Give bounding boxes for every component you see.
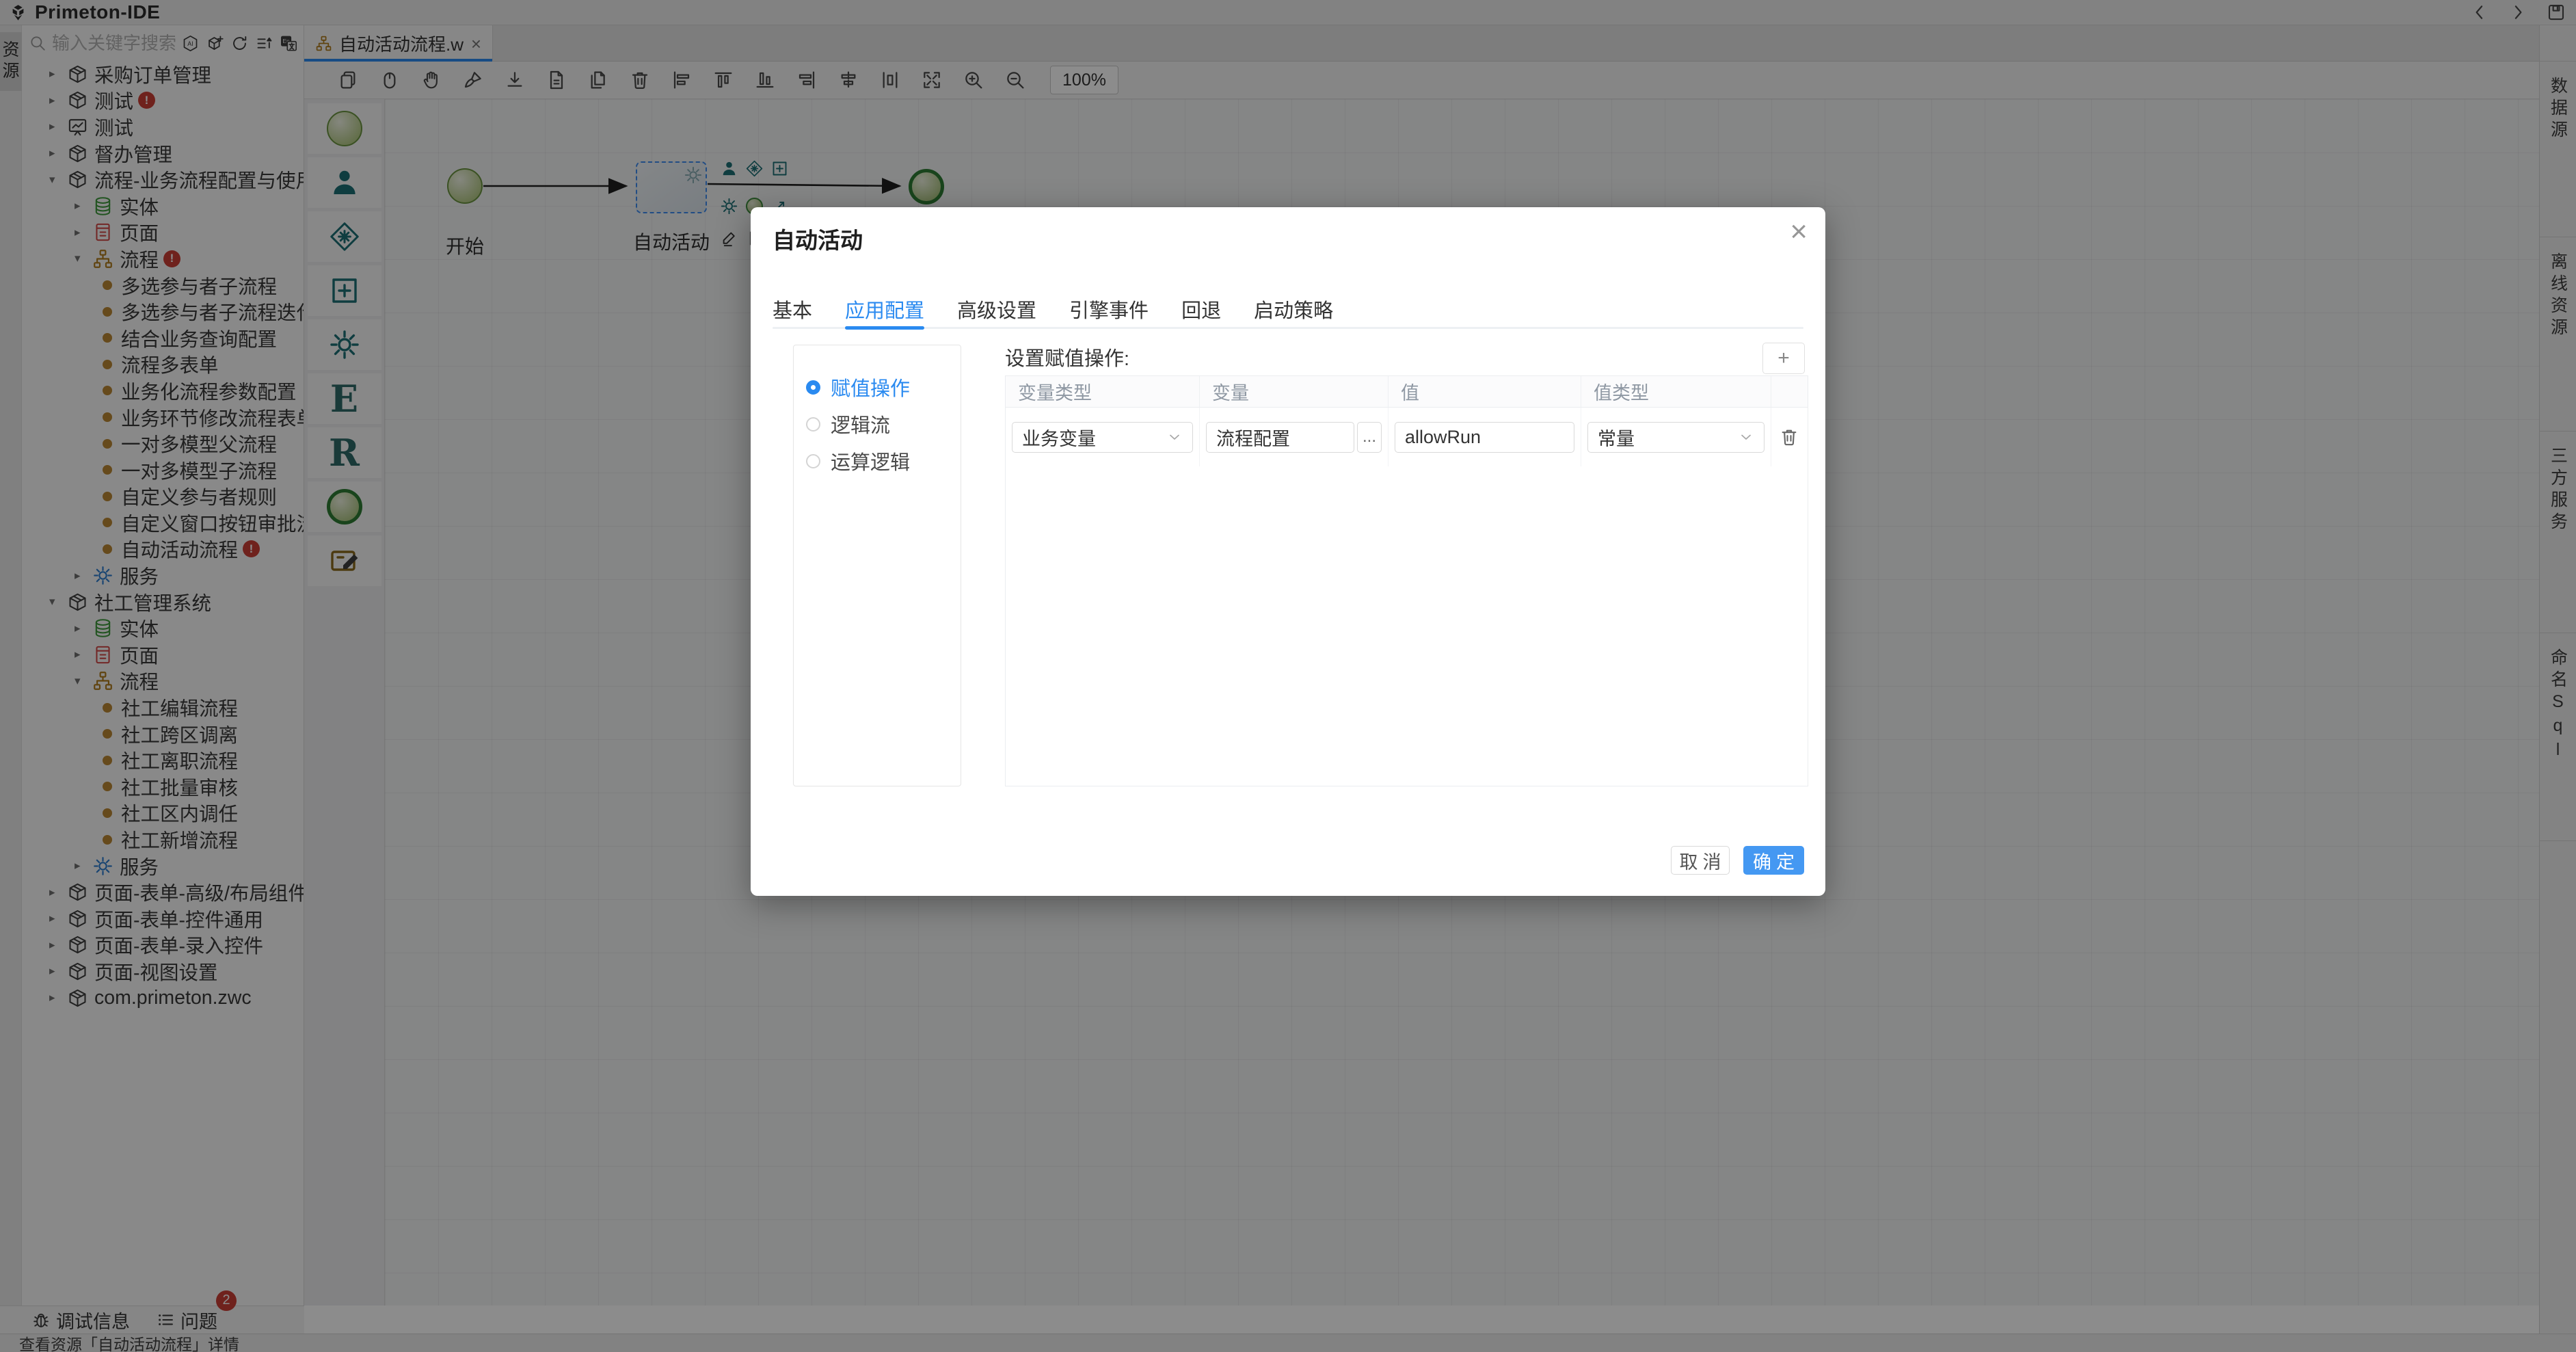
delete-row-icon[interactable] [1779,427,1799,447]
table-header-cell: 变量 [1200,376,1388,407]
close-icon[interactable]: × [1790,217,1808,247]
assignment-table: 变量类型变量值值类型 业务变量 ... 常量 [1005,375,1808,786]
table-header-cell: 变量类型 [1006,376,1200,407]
dialog-tab[interactable]: 回退 [1181,296,1221,326]
chevron-down-icon [1738,429,1754,445]
table-header-cell [1771,376,1806,407]
option-label: 运算逻辑 [831,447,910,475]
chevron-down-icon [1166,429,1183,445]
add-row-button[interactable]: + [1762,343,1805,374]
dialog-tab[interactable]: 启动策略 [1254,296,1333,326]
value-type-value: 常量 [1598,424,1738,451]
option-row[interactable]: 运算逻辑 [806,442,961,479]
option-row[interactable]: 赋值操作 [806,369,961,406]
dialog-tab[interactable]: 高级设置 [957,296,1036,326]
table-row: 业务变量 ... 常量 [1006,408,1808,466]
table-header-cell: 值 [1388,376,1581,407]
variable-input[interactable] [1206,422,1354,453]
dialog-tab[interactable]: 引擎事件 [1069,296,1149,326]
value-input[interactable] [1395,422,1574,453]
dialog-tab[interactable]: 基本 [773,296,812,326]
auto-activity-dialog: 自动活动 × 基本应用配置高级设置引擎事件回退启动策略 赋值操作逻辑流运算逻辑 … [751,207,1825,896]
tabs-underline [773,327,1803,329]
option-label: 逻辑流 [831,410,890,438]
operation-type-panel: 赋值操作逻辑流运算逻辑 [793,345,961,786]
option-label: 赋值操作 [831,373,910,401]
dialog-tab[interactable]: 应用配置 [845,296,924,326]
dialog-title: 自动活动 [773,222,863,255]
var-type-value: 业务变量 [1022,424,1166,451]
var-type-select[interactable]: 业务变量 [1012,422,1193,453]
radio-icon [806,454,820,468]
cancel-button[interactable]: 取消 [1671,846,1730,875]
radio-icon [806,417,820,432]
option-row[interactable]: 逻辑流 [806,406,961,442]
table-header-row: 变量类型变量值值类型 [1006,376,1808,408]
section-label: 设置赋值操作: [1005,344,1129,374]
radio-icon [806,380,820,395]
table-header-cell: 值类型 [1581,376,1771,407]
more-button[interactable]: ... [1357,422,1382,453]
app-window: Primeton-IDE 资源 AIEn ▸采购订单管理▸测试!▸测试▸督办管理… [0,0,2576,1352]
dialog-tabs: 基本 应用配置 高级设置 引擎事件 回退 启动策略 [773,296,1333,326]
ok-button[interactable]: 确定 [1743,846,1804,875]
value-type-select[interactable]: 常量 [1587,422,1765,453]
